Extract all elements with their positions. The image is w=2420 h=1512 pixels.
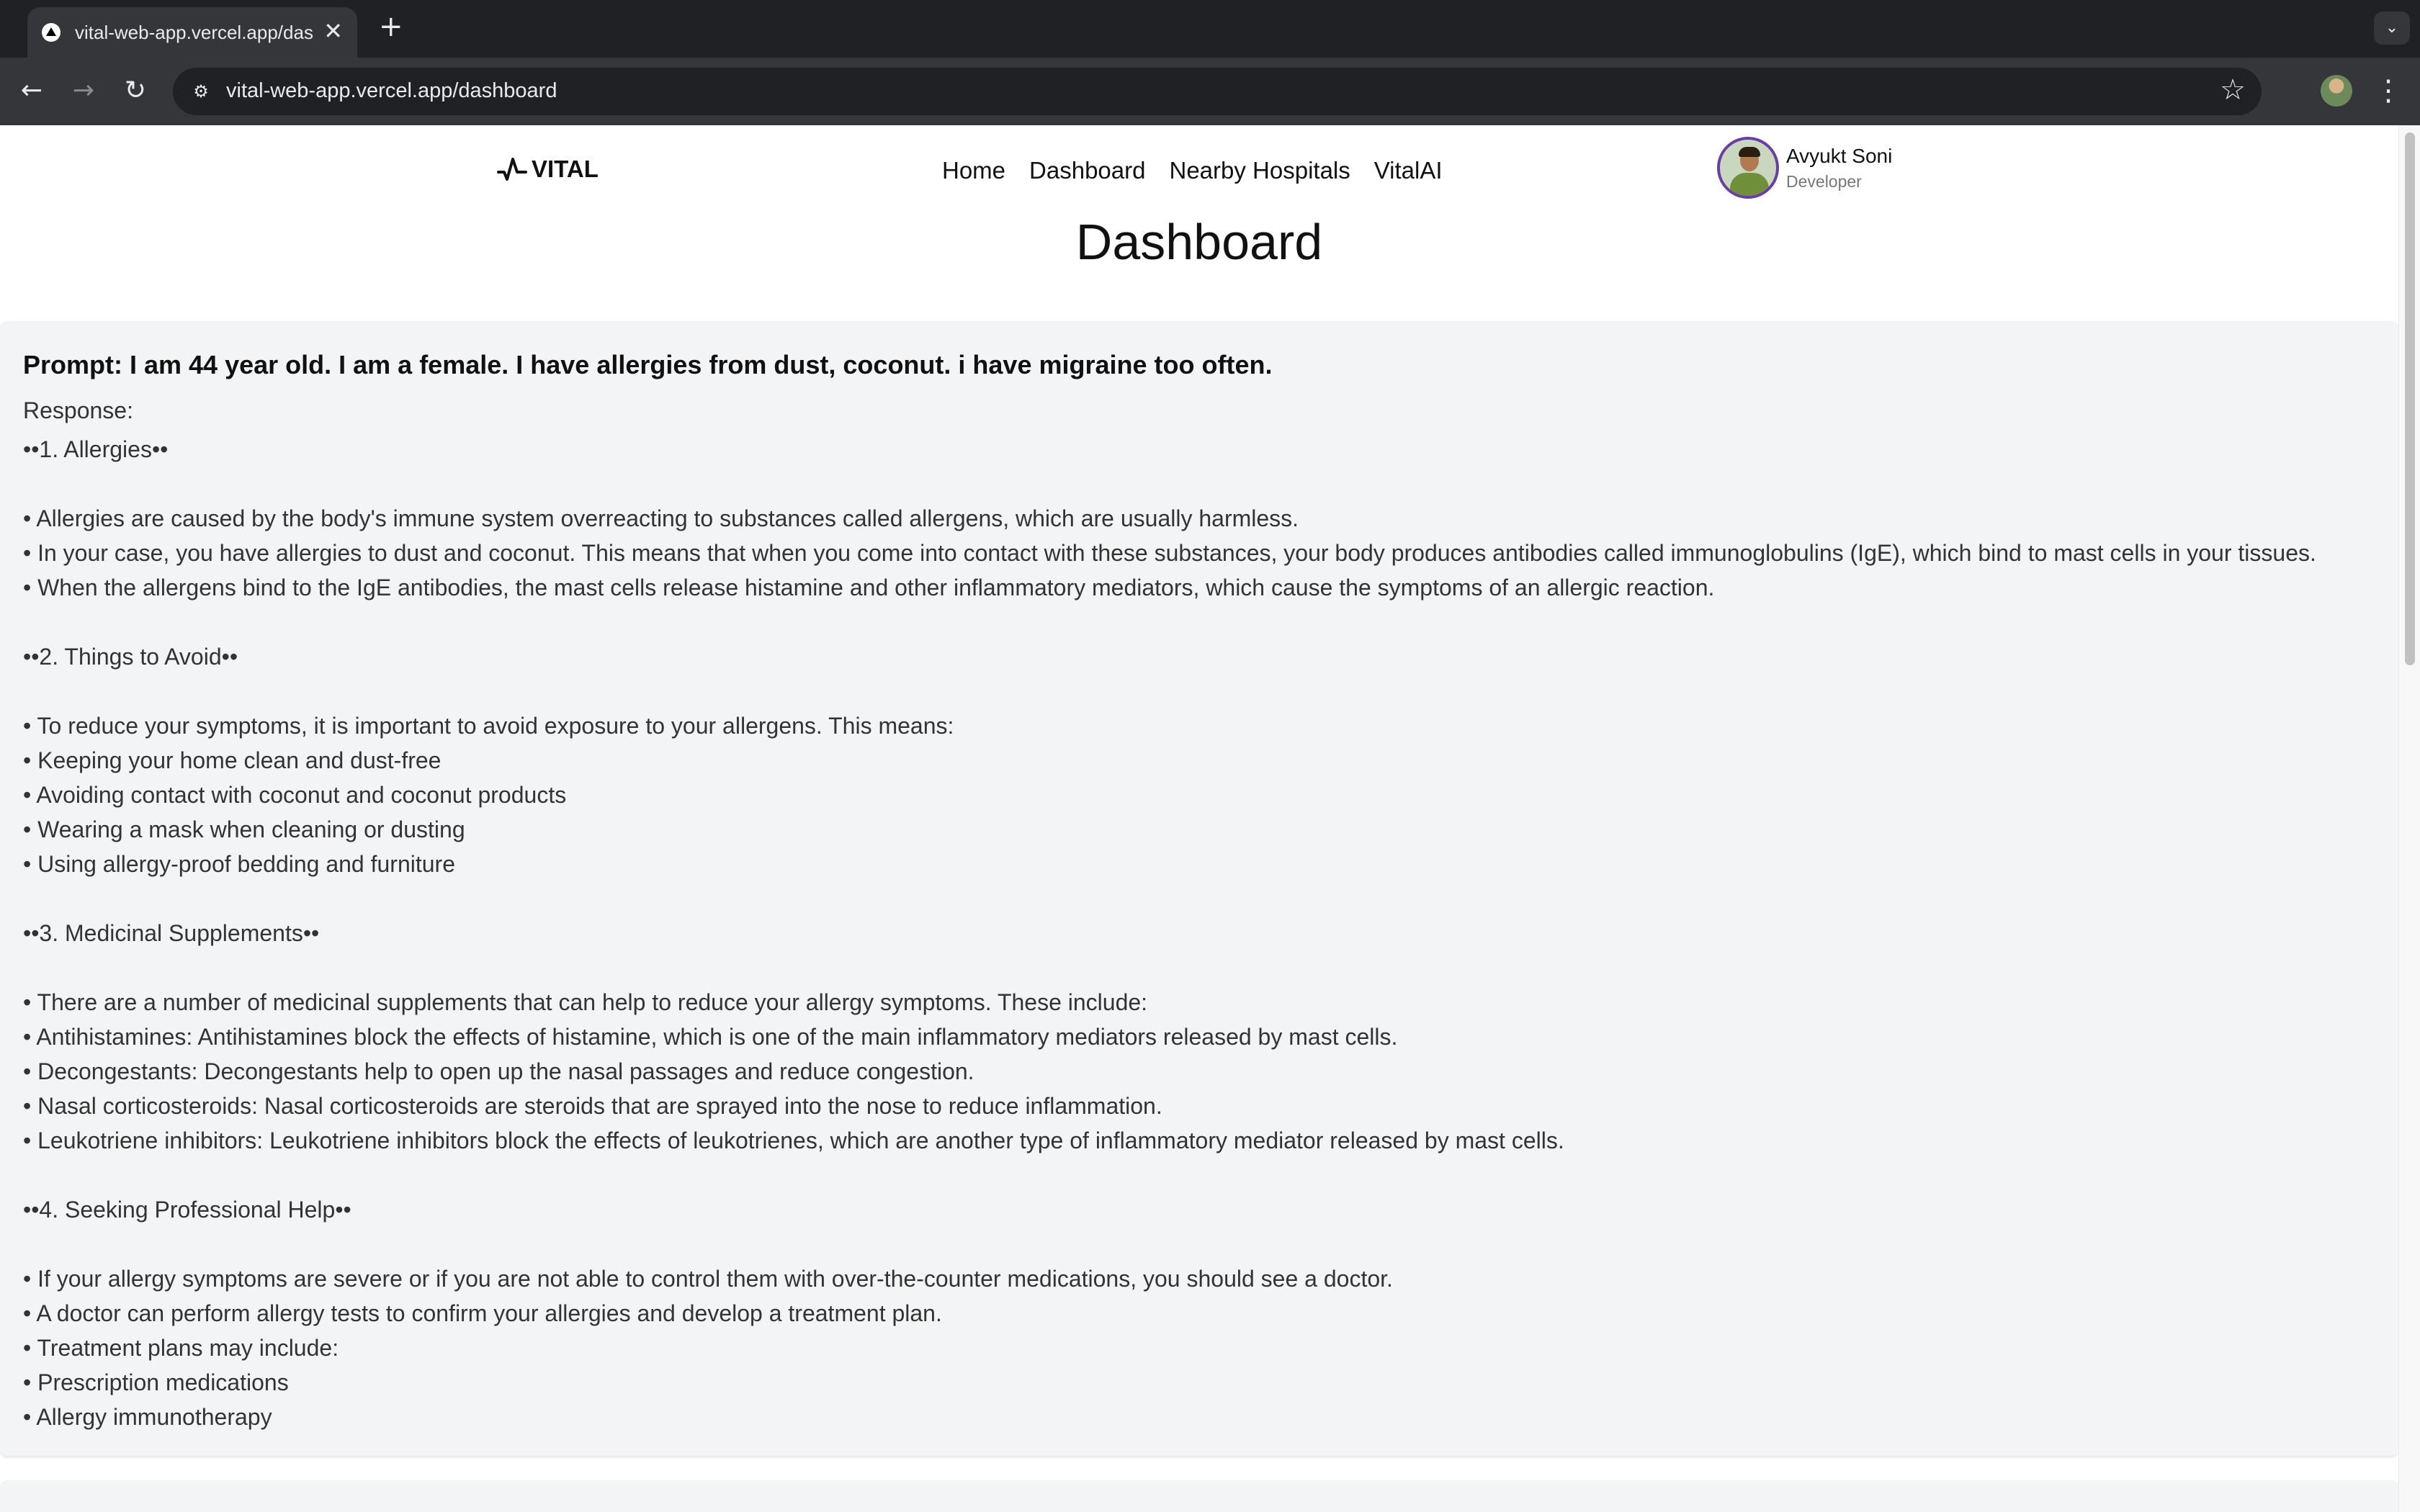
avatar[interactable] [1717,137,1779,199]
response-line: • Wearing a mask when cleaning or dustin… [23,816,465,842]
url-host: vital-web-app.vercel.app [226,79,453,102]
browser-tab-bar: vital-web-app.vercel.app/das ✕ + ⌄ [0,0,2420,58]
response-line: • If your allergy symptoms are severe or… [23,1266,1393,1292]
response-line: • Keeping your home clean and dust-free [23,747,442,773]
page-title: Dashboard [1075,214,1323,270]
nav-nearby-hospitals-link[interactable]: Nearby Hospitals [1169,157,1350,184]
response-line: • A doctor can perform allergy tests to … [23,1300,942,1326]
response-label: Response: [23,397,133,423]
response-line: ••3. Medicinal Supplements•• [23,920,320,946]
response-line: • Decongestants: Decongestants help to o… [23,1058,974,1084]
user-role: Developer [1786,171,1862,191]
nav-dashboard-link[interactable]: Dashboard [1029,157,1145,184]
bookmark-star-icon[interactable]: ☆ [2220,73,2246,107]
response-card: Prompt: I am 44 year old. I am a female.… [0,321,2398,1456]
response-line: • In your case, you have allergies to du… [23,540,2316,566]
page-scrollbar[interactable] [2398,125,2420,1512]
avatar-hair [1739,147,1760,157]
scrollbar-thumb[interactable] [2405,132,2415,665]
new-tab-button[interactable]: + [379,10,403,43]
avatar-shirt [1730,173,1769,196]
response-line: • Prescription medications [23,1369,289,1395]
page-content: VITAL Home Dashboard Nearby Hospitals Vi… [0,125,2398,1512]
user-profile[interactable]: Avyukt Soni Developer [1717,137,1892,199]
browser-menu-button[interactable]: ⋮ [2374,72,2403,109]
prompt-text: Prompt: I am 44 year old. I am a female.… [23,350,1273,379]
forward-button[interactable]: → [65,72,102,109]
user-name: Avyukt Soni [1786,144,1893,167]
response-line: • Avoiding contact with coconut and coco… [23,782,567,808]
response-line: • Allergy immunotherapy [23,1404,272,1430]
response-body: ••1. Allergies•• • Allergies are caused b… [23,432,2385,1434]
response-line: • Allergies are caused by the body's imm… [23,505,1299,531]
response-line: • Treatment plans may include: [23,1335,339,1361]
tab-search-menu-button[interactable]: ⌄ [2374,12,2410,45]
vital-logo[interactable]: VITAL [497,156,599,183]
main-nav: Home Dashboard Nearby Hospitals VitalAI [942,157,1443,184]
response-line: • To reduce your symptoms, it is importa… [23,713,954,739]
response-line: ••1. Allergies•• [23,436,169,462]
response-line: • Nasal corticosteroids: Nasal corticost… [23,1093,1162,1119]
url-path: /dashboard [452,79,557,102]
url-text[interactable]: vital-web-app.vercel.app/dashboard [226,79,557,103]
response-line: • There are a number of medicinal supple… [23,989,1148,1015]
tab-title: vital-web-app.vercel.app/das [75,22,313,43]
response-line: • Antihistamines: Antihistamines block t… [23,1024,1398,1050]
response-line: • Leukotriene inhibitors: Leukotriene in… [23,1128,1564,1153]
next-response-card [0,1480,2398,1512]
response-line: ••4. Seeking Professional Help•• [23,1197,351,1223]
response-line: ••2. Things to Avoid•• [23,644,238,670]
browser-profile-avatar[interactable] [2321,75,2352,107]
user-info: Avyukt Soni Developer [1786,145,1892,192]
back-button[interactable]: ← [13,72,50,109]
logo-text: VITAL [532,156,599,182]
site-header: VITAL Home Dashboard Nearby Hospitals Vi… [0,125,2398,215]
browser-toolbar: ← → ↻ ⚙ vital-web-app.vercel.app/dashboa… [0,58,2420,125]
address-bar[interactable]: ⚙ vital-web-app.vercel.app/dashboard ☆ [173,68,2262,115]
response-line: • Using allergy-proof bedding and furnit… [23,851,455,877]
site-info-icon[interactable]: ⚙ [184,75,218,108]
reload-button[interactable]: ↻ [117,72,154,109]
browser-tab[interactable]: vital-web-app.vercel.app/das ✕ [27,7,357,58]
close-tab-icon[interactable]: ✕ [323,17,343,45]
nav-vitalai-link[interactable]: VitalAI [1374,157,1443,184]
heartbeat-icon [497,158,527,181]
response-line: • When the allergens bind to the IgE ant… [23,575,1715,600]
vercel-favicon-icon [42,23,60,42]
nav-home-link[interactable]: Home [942,157,1005,184]
